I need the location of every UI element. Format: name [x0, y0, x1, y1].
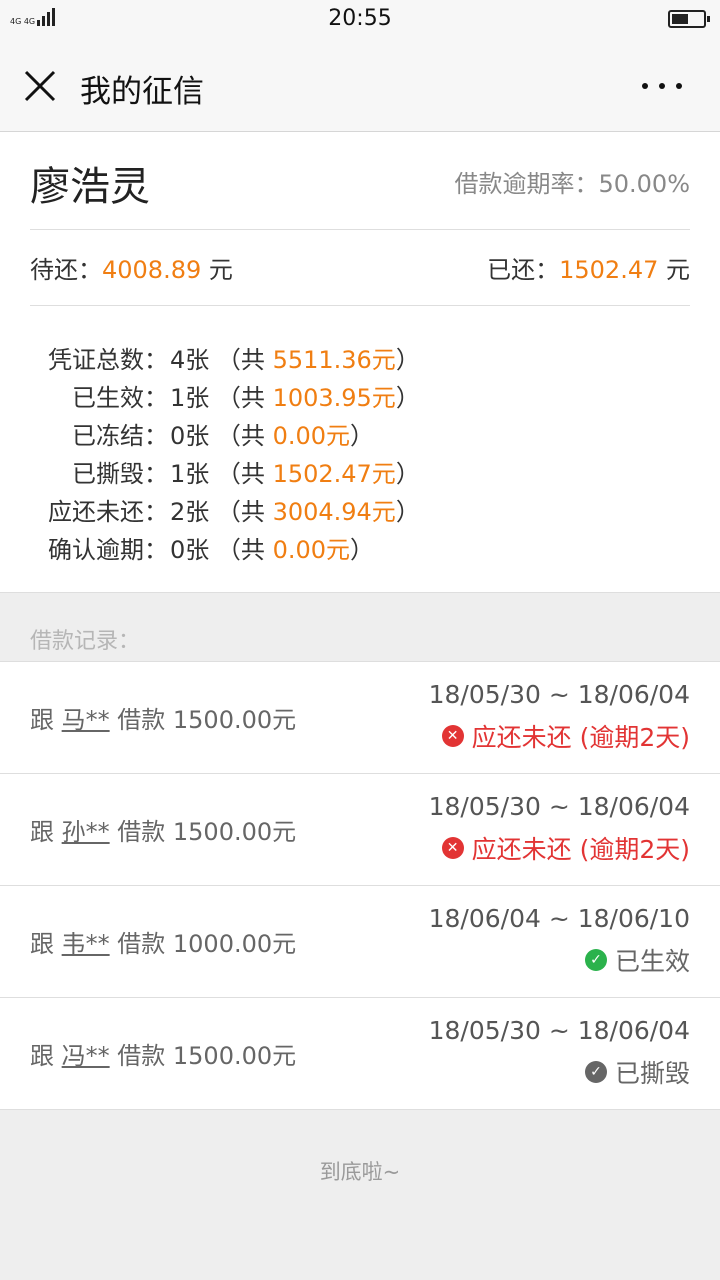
loan-description: 跟 孙** 借款 1500.00元	[30, 818, 297, 846]
loan-dates: 18/06/04 ~ 18/06/10	[428, 904, 690, 933]
check-circle-icon: ✓	[584, 1061, 607, 1083]
profile-row: 廖浩灵 借款逾期率：50.00%	[30, 132, 690, 230]
loan-description: 跟 马** 借款 1500.00元	[30, 706, 297, 734]
loan-status: ✓ 已撕毁	[584, 1054, 690, 1090]
stat-label: 应还未还：	[48, 497, 168, 526]
loan-list: 跟 马** 借款 1500.00元 18/05/30 ~ 18/06/04 ✕ 应…	[0, 662, 720, 1110]
battery-icon	[668, 10, 710, 28]
stat-row: 确认逾期： 0张 （共 0.00元）	[30, 528, 690, 566]
lender-link[interactable]: 韦**	[62, 930, 110, 958]
voucher-stats: 凭证总数： 4张 （共 5511.36元） 已生效： 1张 （共 1003.95…	[0, 306, 720, 592]
more-dots-icon[interactable]	[642, 74, 682, 98]
stat-value: 0张 （共 0.00元）	[170, 535, 374, 564]
paid-unit: 元	[658, 256, 690, 284]
loan-description: 跟 冯** 借款 1500.00元	[30, 1042, 297, 1070]
loan-item[interactable]: 跟 冯** 借款 1500.00元 18/05/30 ~ 18/06/04 ✓ 已…	[0, 998, 720, 1110]
loan-dates: 18/05/30 ~ 18/06/04	[428, 792, 690, 821]
nav-bar: 我的征信	[0, 38, 720, 132]
stat-label: 确认逾期：	[48, 535, 168, 564]
stat-value: 1张 （共 1003.95元）	[170, 383, 420, 412]
lender-link[interactable]: 冯**	[62, 1042, 110, 1070]
loan-status: ✓ 已生效	[584, 942, 690, 978]
stat-row: 凭证总数： 4张 （共 5511.36元）	[30, 338, 690, 376]
pending-value: 4008.89	[102, 256, 202, 284]
loan-dates: 18/05/30 ~ 18/06/04	[428, 680, 690, 709]
stat-label: 已冻结：	[72, 421, 168, 450]
loan-item[interactable]: 跟 韦** 借款 1000.00元 18/06/04 ~ 18/06/10 ✓ 已…	[0, 886, 720, 998]
page-title: 我的征信	[80, 74, 204, 110]
error-circle-icon: ✕	[441, 837, 464, 859]
stat-row: 已撕毁： 1张 （共 1502.47元）	[30, 452, 690, 490]
pending-unit: 元	[201, 256, 233, 284]
stat-value: 1张 （共 1502.47元）	[170, 459, 420, 488]
stat-row: 已生效： 1张 （共 1003.95元）	[30, 376, 690, 414]
loan-dates: 18/05/30 ~ 18/06/04	[428, 1016, 690, 1045]
loan-item[interactable]: 跟 孙** 借款 1500.00元 18/05/30 ~ 18/06/04 ✕ 应…	[0, 774, 720, 886]
money-row: 待还：4008.89 元 已还：1502.47 元	[30, 230, 690, 306]
stat-label: 已撕毁：	[72, 459, 168, 488]
status-bar: 4G 4G 20:55	[0, 0, 720, 38]
stat-label: 已生效：	[72, 383, 168, 412]
end-of-list: 到底啦~	[319, 1160, 401, 1184]
pending-label: 待还：	[30, 256, 102, 284]
user-name: 廖浩灵	[30, 164, 150, 210]
error-circle-icon: ✕	[441, 725, 464, 747]
credit-summary-card: 廖浩灵 借款逾期率：50.00% 待还：4008.89 元 已还：1502.47…	[0, 132, 720, 592]
close-icon[interactable]	[22, 68, 58, 104]
status-time: 20:55	[328, 6, 392, 31]
stat-value: 4张 （共 5511.36元）	[170, 345, 420, 374]
lender-link[interactable]: 孙**	[62, 818, 110, 846]
check-circle-icon: ✓	[584, 949, 607, 971]
overdue-rate-label: 借款逾期率：	[454, 170, 599, 198]
loan-description: 跟 韦** 借款 1000.00元	[30, 930, 297, 958]
lender-link[interactable]: 马**	[62, 706, 110, 734]
loan-status: ✕ 应还未还 (逾期2天)	[441, 718, 690, 754]
loan-status: ✕ 应还未还 (逾期2天)	[441, 830, 690, 866]
stat-row: 已冻结： 0张 （共 0.00元）	[30, 414, 690, 452]
pending-amount: 待还：4008.89 元	[30, 250, 233, 285]
overdue-rate-value: 50.00%	[598, 170, 690, 198]
paid-label: 已还：	[487, 256, 560, 284]
records-section-label: 借款记录：	[0, 592, 720, 662]
stat-value: 0张 （共 0.00元）	[170, 421, 374, 450]
loan-item[interactable]: 跟 马** 借款 1500.00元 18/05/30 ~ 18/06/04 ✕ 应…	[0, 662, 720, 774]
paid-amount: 已还：1502.47 元	[487, 250, 690, 285]
paid-value: 1502.47	[559, 256, 659, 284]
overdue-rate: 借款逾期率：50.00%	[454, 164, 690, 199]
stat-label: 凭证总数：	[48, 345, 168, 374]
stat-value: 2张 （共 3004.94元）	[170, 497, 420, 526]
stat-row: 应还未还： 2张 （共 3004.94元）	[30, 490, 690, 528]
